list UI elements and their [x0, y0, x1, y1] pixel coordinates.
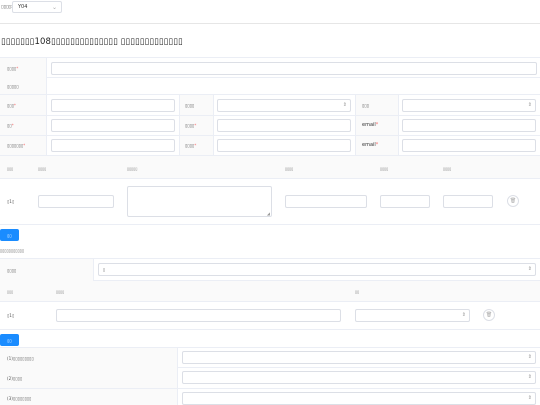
field-label: ▯▯▯	[362, 103, 369, 108]
column-header: ▯▯▯▯	[443, 166, 452, 171]
form-row: ▯▯▯▯ ▯ ⇕	[0, 258, 540, 281]
add-row-button[interactable]: ▯▯	[0, 229, 19, 241]
trash-icon[interactable]: 🗑	[483, 309, 495, 321]
field-label: ▯▯▯*	[7, 103, 17, 108]
select-field[interactable]: ⇕	[402, 99, 536, 112]
field-label: ▯▯▯▯	[185, 103, 195, 108]
select-field[interactable]: ⇕	[355, 309, 470, 322]
text-input[interactable]	[217, 119, 351, 132]
column-header: ▯▯▯	[7, 289, 14, 294]
answer-select[interactable]: ⇕	[182, 392, 536, 405]
question-label: (2)▯▯▯▯	[7, 376, 23, 381]
year-select[interactable]: Y04 ⌄	[12, 1, 62, 13]
form-row: ▯▯▯▯*	[0, 57, 540, 78]
field-label: ▯▯▯▯*	[7, 66, 19, 71]
year-label: ▯▯▯▯:	[1, 4, 13, 10]
table-row: ▯1▯ ◢ 🗑	[0, 179, 540, 225]
question-label: (3)▯▯▯▯▯▯▯▯	[7, 396, 32, 401]
field-label: ▯▯▯▯*	[185, 143, 197, 148]
gender-select[interactable]: ⇕	[217, 99, 351, 112]
trash-icon[interactable]: 🗑	[507, 195, 519, 207]
text-input[interactable]	[38, 195, 114, 208]
question-row: (1)▯▯▯▯▯▯▯▯▯ ⇕	[0, 347, 540, 368]
table-row: ▯1▯ ⇕ 🗑	[0, 302, 540, 330]
row-label: ▯1▯	[7, 199, 15, 204]
column-header: ▯▯▯▯	[285, 166, 294, 171]
name-input[interactable]	[51, 62, 537, 75]
column-header: ▯▯▯▯	[38, 166, 47, 171]
text-input[interactable]	[51, 119, 175, 132]
textarea-input[interactable]: ◢	[127, 186, 272, 217]
top-bar: ▯▯▯▯: Y04 ⌄	[0, 0, 540, 14]
field-label: ▯▯▯▯▯	[7, 84, 19, 89]
question-row: (2)▯▯▯▯ ⇕	[0, 368, 540, 389]
text-input[interactable]	[285, 195, 367, 208]
table-header: ▯▯▯ ▯▯▯▯ ▯▯	[0, 281, 540, 302]
answer-select[interactable]: ⇕	[182, 351, 536, 364]
text-input[interactable]	[380, 195, 430, 208]
sort-arrows-icon: ⇕	[527, 374, 532, 380]
table-header: ▯▯▯ ▯▯▯▯ ▯▯▯▯▯ ▯▯▯▯ ▯▯▯▯ ▯▯▯▯	[0, 156, 540, 179]
sort-arrows-icon: ⇕	[527, 102, 532, 108]
field-label: ▯▯▯▯▯▯▯*	[7, 143, 26, 148]
form-row: ▯▯* ▯▯▯▯* email*	[0, 116, 540, 136]
email-field[interactable]	[402, 139, 536, 152]
text-input[interactable]	[56, 309, 341, 322]
column-header: ▯▯	[355, 289, 360, 294]
question-row: (3)▯▯▯▯▯▯▯▯ ⇕	[0, 389, 540, 405]
field-label: ▯▯▯▯	[7, 268, 17, 273]
text-input[interactable]	[217, 139, 351, 152]
email-field[interactable]	[402, 119, 536, 132]
row-label: ▯1▯	[7, 313, 15, 318]
text-input[interactable]	[51, 139, 175, 152]
text-input[interactable]	[51, 99, 175, 112]
column-header: ▯▯▯▯▯	[127, 166, 138, 171]
select-value: ▯	[103, 267, 106, 272]
divider	[0, 23, 540, 24]
year-select-value: Y04	[18, 4, 28, 10]
sort-arrows-icon: ⇕	[527, 266, 532, 272]
text-input[interactable]	[443, 195, 493, 208]
type-select[interactable]: ▯ ⇕	[98, 263, 536, 276]
answer-select[interactable]: ⇕	[182, 371, 536, 384]
section-heading: ▯▯▯▯▯▯▯▯▯▯▯	[0, 248, 25, 253]
page-title: ▯▯▯▯▯▯▯108▯▯▯▯▯▯▯▯▯▯▯▯▯▯ ▯▯▯▯▯▯▯▯▯▯▯▯▯	[1, 37, 183, 47]
field-label: email*	[362, 122, 379, 128]
form-row: ▯▯▯* ▯▯▯▯ ⇕ ▯▯▯ ⇕	[0, 95, 540, 116]
column-header: ▯▯▯▯	[56, 289, 65, 294]
column-header: ▯▯▯	[7, 166, 14, 171]
form-row: ▯▯▯▯▯▯▯* ▯▯▯▯* email*	[0, 136, 540, 156]
add-row-button[interactable]: ▯▯	[0, 334, 19, 346]
question-label: (1)▯▯▯▯▯▯▯▯▯	[7, 356, 34, 361]
field-label: ▯▯▯▯*	[185, 123, 197, 128]
chevron-down-icon: ⌄	[51, 4, 57, 11]
sort-arrows-icon: ⇕	[527, 395, 532, 401]
column-header: ▯▯▯▯	[380, 166, 389, 171]
field-label: email*	[362, 142, 379, 148]
form-row: ▯▯▯▯▯	[0, 78, 540, 95]
field-label: ▯▯*	[7, 123, 14, 128]
sort-arrows-icon: ⇕	[461, 312, 466, 318]
sort-arrows-icon: ⇕	[342, 102, 347, 108]
sort-arrows-icon: ⇕	[527, 354, 532, 360]
